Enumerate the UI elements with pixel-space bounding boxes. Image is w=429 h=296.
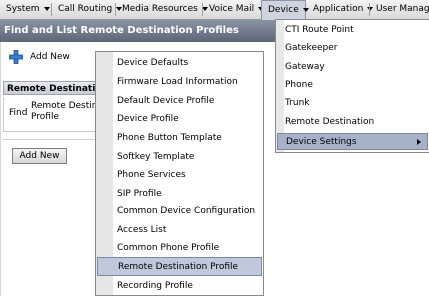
menu-item-phone-button-template[interactable]: Phone Button Template bbox=[117, 129, 222, 148]
menu-label: Device bbox=[268, 5, 299, 15]
find-label: Find bbox=[9, 108, 28, 118]
menu-item-device-settings[interactable]: Device Settings bbox=[277, 133, 428, 150]
menu-item-firmware-load-information[interactable]: Firmware Load Information bbox=[117, 73, 238, 92]
menu-device[interactable]: Device bbox=[261, 0, 309, 20]
menu-item-remote-destination[interactable]: Remote Destination bbox=[285, 114, 374, 131]
menu-item-trunk[interactable]: Trunk bbox=[285, 95, 310, 112]
menu-item-default-device-profile[interactable]: Default Device Profile bbox=[117, 92, 214, 111]
menu-label: Media Resources bbox=[122, 4, 198, 14]
page-title: Find and List Remote Destination Profile… bbox=[0, 20, 280, 42]
chevron-down-icon bbox=[43, 6, 50, 11]
menu-label: System bbox=[6, 4, 40, 14]
menu-item-gatekeeper[interactable]: Gatekeeper bbox=[285, 40, 337, 57]
menu-item-cti-route-point[interactable]: CTI Route Point bbox=[285, 22, 354, 39]
menu-item-device-defaults[interactable]: Device Defaults bbox=[117, 54, 188, 73]
menu-item-common-device-configuration[interactable]: Common Device Configuration bbox=[117, 202, 255, 221]
menu-item-common-phone-profile[interactable]: Common Phone Profile bbox=[117, 239, 219, 258]
divider bbox=[0, 42, 1, 296]
menu-item-label: Device Settings bbox=[286, 137, 357, 147]
menu-item-access-list[interactable]: Access List bbox=[117, 221, 166, 240]
menu-label: User Managem bbox=[376, 4, 429, 14]
menu-call-routing[interactable]: Call Routing bbox=[52, 0, 123, 19]
menu-item-phone-services[interactable]: Phone Services bbox=[117, 166, 186, 185]
menu-item-recording-profile[interactable]: Recording Profile bbox=[117, 277, 193, 296]
menu-item-remote-destination-profile[interactable]: Remote Destination Profile bbox=[97, 257, 262, 276]
menu-item-softkey-template[interactable]: Softkey Template bbox=[117, 148, 194, 167]
menu-label: Voice Mail bbox=[209, 4, 255, 14]
menu-user-management[interactable]: User Managem bbox=[370, 0, 429, 19]
menu-item-phone[interactable]: Phone bbox=[285, 77, 313, 94]
menu-item-gateway[interactable]: Gateway bbox=[285, 59, 325, 76]
menu-media-resources[interactable]: Media Resources bbox=[116, 0, 208, 19]
device-settings-submenu: Device Defaults Firmware Load Informatio… bbox=[95, 51, 264, 296]
add-icon[interactable] bbox=[9, 50, 23, 64]
menu-system[interactable]: System bbox=[0, 0, 50, 19]
device-dropdown-menu: CTI Route Point Gatekeeper Gateway Phone… bbox=[275, 19, 429, 153]
menu-label: Application bbox=[313, 4, 364, 14]
add-new-button[interactable]: Add New bbox=[12, 148, 67, 164]
add-new-link[interactable]: Add New bbox=[30, 52, 70, 62]
chevron-right-icon bbox=[417, 139, 421, 145]
menubar: System Call Routing Media Resources Voic… bbox=[0, 0, 429, 20]
menu-voice-mail[interactable]: Voice Mail bbox=[203, 0, 265, 19]
menu-label: Call Routing bbox=[58, 4, 113, 14]
menu-item-device-profile[interactable]: Device Profile bbox=[117, 110, 179, 129]
menu-application[interactable]: Application bbox=[307, 0, 374, 19]
